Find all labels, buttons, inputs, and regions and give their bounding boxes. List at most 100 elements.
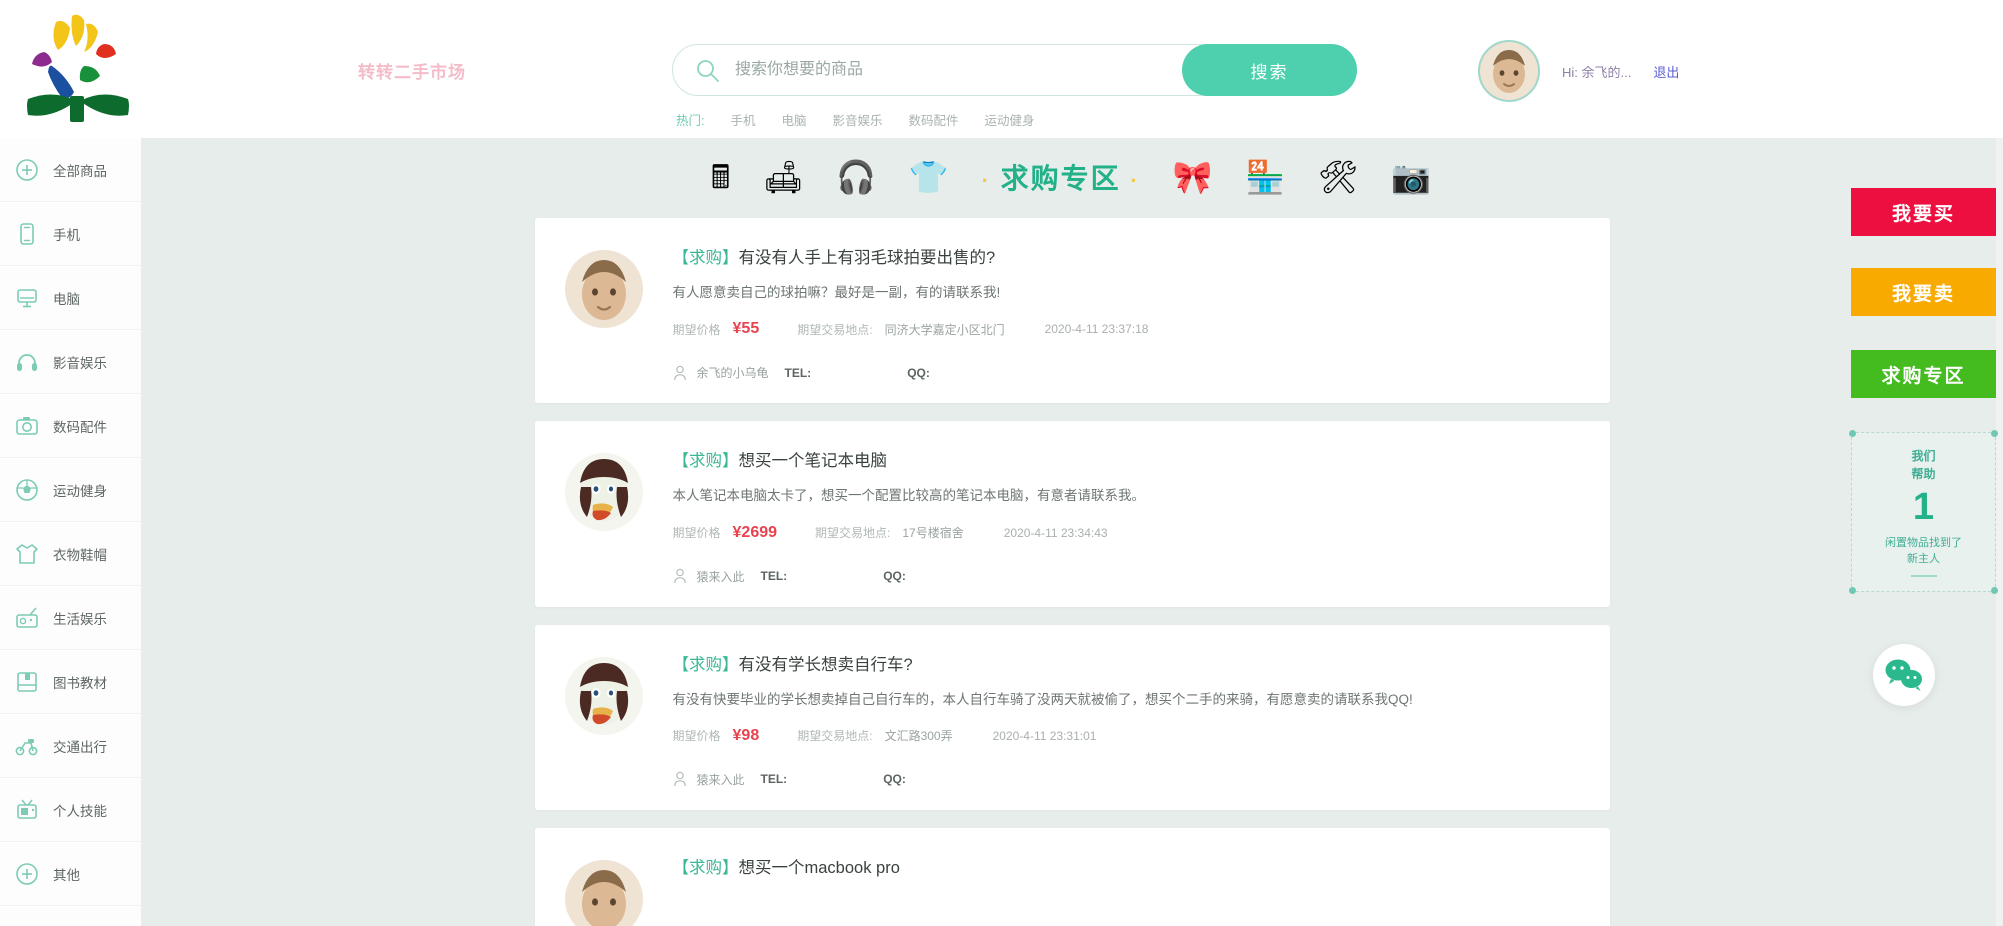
price-value: ¥2699 (732, 523, 778, 541)
scooter-icon (15, 738, 38, 755)
post-contact: 余飞的小乌龟 TEL: QQ: (673, 364, 1580, 381)
logout-link[interactable]: 退出 (1653, 62, 1679, 81)
avatar[interactable] (564, 656, 643, 735)
sidebar-item-phone[interactable]: 手机 (0, 202, 141, 266)
hot-keyword-sports[interactable]: 运动健身 (985, 110, 1035, 129)
sidebar-item-label: 其他 (53, 867, 80, 883)
post-time: 2020-4-11 23:34:43 (1003, 525, 1108, 540)
hot-keyword-phone[interactable]: 手机 (730, 110, 755, 129)
corner-dot-tl (1849, 430, 1856, 437)
price-value: ¥55 (732, 320, 760, 338)
headphones-icon[interactable]: 🎧 (836, 161, 876, 193)
right-rail: 我要买 我要卖 求购专区 我们 帮助 1 闲置物品找到了 新主人 (1843, 138, 2003, 926)
location-label: 期望交易地点: (815, 526, 891, 541)
post-card[interactable]: 【求购】想买一个macbook pro (534, 827, 1610, 926)
search-icon (697, 60, 719, 82)
post-card[interactable]: 【求购】想买一个笔记本电脑 本人笔记本电脑太卡了，想买一个配置比较高的笔记本电脑… (534, 421, 1610, 607)
site-logo[interactable] (18, 4, 138, 134)
decor-dot-left: · (981, 168, 991, 193)
avatar[interactable] (1478, 40, 1540, 102)
qq-label: QQ: (883, 772, 906, 787)
tools-icon[interactable]: 🛠 (1318, 161, 1359, 193)
user-greeting: Hi: 余飞的... (1562, 64, 1632, 80)
sidebar-item-clothing[interactable]: 衣物鞋帽 (0, 522, 141, 586)
decor-dot-right: · (1130, 168, 1140, 193)
avatar[interactable] (564, 859, 643, 926)
post-title-text: 想买一个笔记本电脑 (738, 452, 888, 471)
sidebar-item-label: 手机 (53, 227, 80, 243)
post-title[interactable]: 【求购】想买一个笔记本电脑 (673, 447, 1580, 471)
user-icon (673, 568, 686, 584)
sidebar-item-life[interactable]: 生活娱乐 (0, 586, 141, 650)
price-label: 期望价格 (672, 322, 721, 337)
storefront-icon[interactable]: 🏪 (1245, 161, 1285, 193)
post-meta: 期望价格 ¥2699 期望交易地点: 17号楼宿舍 2020-4-11 23:3… (673, 524, 1580, 542)
sidebar-item-sports[interactable]: 运动健身 (0, 458, 141, 522)
hot-keyword-digital[interactable]: 数码配件 (909, 110, 959, 129)
location-label: 期望交易地点: (797, 322, 873, 337)
camera-icon[interactable]: 📷 (1391, 161, 1431, 193)
stat-line2-b: 新主人 (1907, 553, 1940, 566)
tshirt-icon[interactable]: 👕 (909, 161, 949, 193)
headphones-icon (17, 353, 37, 371)
ribbon-bow-icon[interactable]: 🎀 (1173, 161, 1213, 193)
post-tag: 【求购】 (672, 452, 739, 471)
wanted-zone-button[interactable]: 求购专区 (1851, 350, 1996, 398)
category-icon-bar: 🖩 🛋 🎧 👕 · 求购专区 · 🎀 🏪 🛠 📷 (571, 138, 1571, 216)
sidebar-item-label: 衣物鞋帽 (53, 547, 107, 563)
avatar-bird-icon (564, 656, 643, 735)
sidebar-item-other[interactable]: 其他 (0, 842, 141, 906)
sidebar-item-skills[interactable]: 个人技能 (0, 778, 141, 842)
tshirt-icon (16, 543, 38, 564)
stat-line1-b: 帮助 (1911, 467, 1936, 481)
hot-keyword-computer[interactable]: 电脑 (782, 110, 807, 129)
post-tag: 【求购】 (672, 655, 739, 674)
post-contact: 猿来入此 TEL: QQ: (673, 568, 1580, 585)
sidebar-item-books[interactable]: 图书教材 (0, 650, 141, 714)
post-username: 猿来入此 (696, 772, 745, 787)
price-value: ¥98 (732, 726, 760, 744)
post-title[interactable]: 【求购】有没有学长想卖自行车? (673, 651, 1580, 675)
tongji-flower-book-logo-icon (27, 14, 129, 122)
sidebar-item-av[interactable]: 影音娱乐 (0, 330, 141, 394)
sidebar-item-computer[interactable]: 电脑 (0, 266, 141, 330)
avatar-man-icon (564, 859, 643, 926)
wechat-button[interactable] (1873, 644, 1935, 706)
post-card[interactable]: 【求购】有没有学长想卖自行车? 有没有快要毕业的学长想卖掉自己自行车的，本人自行… (534, 624, 1610, 810)
sidebar-item-label: 数码配件 (53, 419, 107, 435)
calculator-icon[interactable]: 🖩 (711, 161, 730, 193)
post-tag: 【求购】 (672, 858, 739, 877)
post-card[interactable]: 【求购】有没有人手上有羽毛球拍要出售的? 有人愿意卖自己的球拍嘛？最好是一副，有… (534, 218, 1610, 404)
post-title-text: 有没有人手上有羽毛球拍要出售的? (738, 249, 996, 267)
post-title[interactable]: 【求购】想买一个macbook pro (673, 854, 1580, 878)
i-want-to-buy-button[interactable]: 我要买 (1851, 188, 1996, 236)
category-sidebar: 全部商品 手机 电脑 影音娱乐 数码配件 运动健身 衣物鞋帽 生活娱乐 图书教材… (0, 138, 141, 926)
monitor-icon (17, 288, 37, 307)
stat-line2-a: 闲置物品找到了 (1885, 536, 1962, 549)
i-want-to-sell-button[interactable]: 我要卖 (1851, 268, 1996, 316)
corner-dot-bl (1849, 587, 1856, 594)
desk-lamp-icon[interactable]: 🛋 (763, 161, 804, 193)
site-title: 转转二手市场 (358, 63, 466, 82)
post-title[interactable]: 【求购】有没有人手上有羽毛球拍要出售的? (673, 244, 1580, 268)
phone-icon (20, 222, 34, 245)
sidebar-item-digital[interactable]: 数码配件 (0, 394, 141, 458)
sidebar-item-label: 全部商品 (53, 163, 107, 179)
zone-title[interactable]: · 求购专区 · (982, 157, 1140, 197)
post-meta: 期望价格 ¥55 期望交易地点: 同济大学嘉定小区北门 2020-4-11 23… (673, 320, 1580, 338)
sidebar-item-all[interactable]: 全部商品 (0, 138, 141, 202)
search-button[interactable]: 搜索 (1182, 44, 1357, 96)
tel-label: TEL: (760, 772, 788, 787)
stat-card: 我们 帮助 1 闲置物品找到了 新主人 (1849, 430, 1998, 594)
radio-icon (16, 607, 38, 628)
post-username: 余飞的小乌龟 (696, 366, 769, 381)
user-area: Hi: 余飞的... 退出 (1478, 38, 1679, 104)
plus-circle-icon (16, 862, 38, 885)
post-username: 猿来入此 (696, 569, 745, 584)
avatar[interactable] (564, 250, 643, 328)
avatar[interactable] (564, 453, 643, 532)
sidebar-item-transport[interactable]: 交通出行 (0, 714, 141, 778)
hot-keyword-av[interactable]: 影音娱乐 (833, 110, 883, 129)
post-body: 【求购】想买一个笔记本电脑 本人笔记本电脑太卡了，想买一个配置比较高的笔记本电脑… (673, 447, 1580, 584)
price-label: 期望价格 (672, 526, 721, 541)
